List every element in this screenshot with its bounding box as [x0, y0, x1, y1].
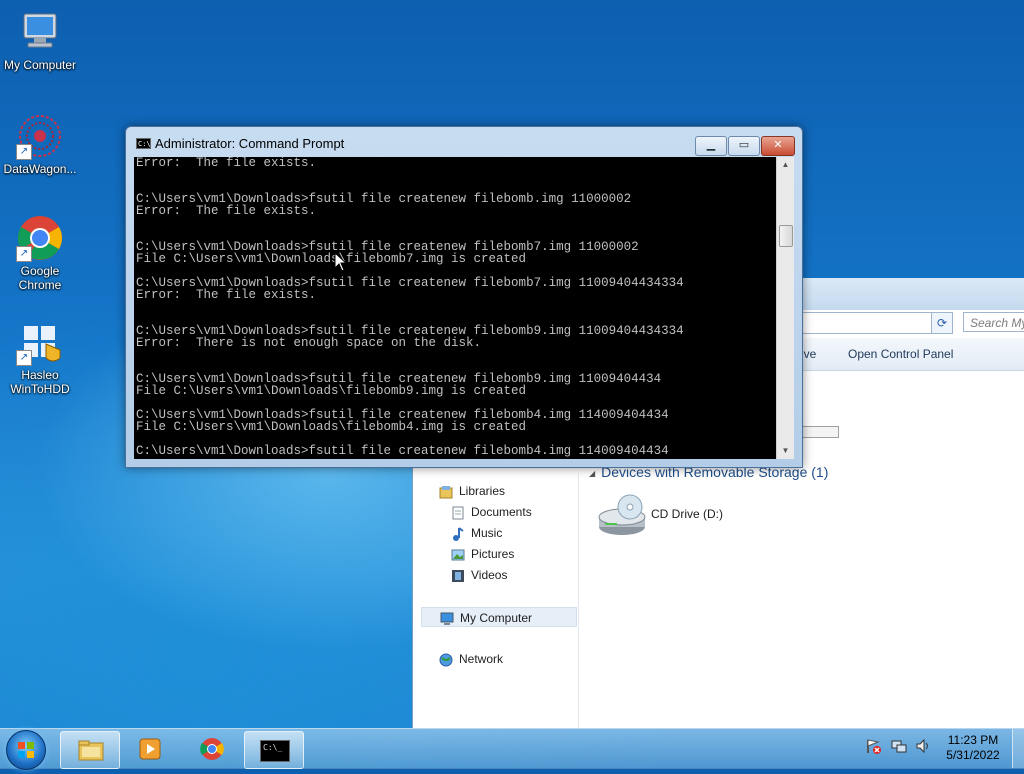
- nav-item-network[interactable]: Network: [439, 649, 503, 669]
- media-player-icon: [137, 737, 163, 761]
- vertical-scrollbar[interactable]: ▲ ▼: [776, 157, 794, 459]
- console-line: File C:\Users\vm1\Downloads\filebomb7.im…: [136, 252, 527, 266]
- datawagon-icon: ↗: [16, 112, 64, 160]
- documents-icon: [451, 506, 465, 520]
- navigation-pane: Libraries Documents Music Pictures Video…: [413, 473, 579, 728]
- drive-capacity-bar: [798, 426, 839, 438]
- taskbar-explorer-button[interactable]: [60, 731, 120, 769]
- open-control-panel-button[interactable]: Open Control Panel: [848, 347, 953, 361]
- mouse-cursor-icon: [334, 252, 346, 272]
- console-line: C:\Users\vm1\Downloads>fsutil file creat…: [136, 444, 669, 458]
- libraries-icon: [439, 485, 453, 499]
- command-prompt-icon: C:\_: [260, 740, 290, 762]
- console-output[interactable]: Error: The file exists. C:\Users\vm1\Down…: [134, 157, 776, 459]
- nav-item-music[interactable]: Music: [451, 523, 502, 543]
- window-title: Administrator: Command Prompt: [155, 136, 345, 151]
- maximize-button[interactable]: ▭: [728, 136, 760, 156]
- cd-drive-item[interactable]: CD Drive (D:): [597, 493, 797, 541]
- volume-icon[interactable]: [915, 738, 931, 754]
- music-icon: [451, 527, 465, 541]
- wintohdd-icon: ↗: [16, 318, 64, 366]
- cd-drive-label: CD Drive (D:): [651, 507, 723, 521]
- desktop-icon-label: DataWagon...: [3, 162, 77, 176]
- shortcut-arrow-icon: ↗: [16, 350, 32, 366]
- console-line: Error: The file exists.: [136, 204, 317, 218]
- toolbar-drive-item[interactable]: ive: [801, 347, 816, 361]
- desktop-icon-datawagon[interactable]: ↗ DataWagon...: [0, 112, 80, 176]
- action-center-flag-icon[interactable]: [865, 738, 881, 754]
- desktop-icon-my-computer[interactable]: My Computer: [0, 8, 80, 72]
- chrome-icon: ↗: [16, 214, 64, 262]
- refresh-icon[interactable]: ⟳: [931, 312, 953, 334]
- folder-icon: [78, 738, 104, 762]
- clock-time: 11:23 PM: [947, 733, 999, 747]
- taskbar-cmd-button[interactable]: C:\_: [244, 731, 304, 769]
- console-line: File C:\Users\vm1\Downloads\filebomb9.im…: [136, 384, 527, 398]
- videos-icon: [451, 569, 465, 583]
- address-bar[interactable]: ▼: [801, 312, 943, 334]
- clock-date: 5/31/2022: [946, 748, 1000, 762]
- console-line: File C:\Users\vm1\Downloads\filebomb4.im…: [136, 420, 527, 434]
- windows-logo-icon: [18, 742, 34, 758]
- nav-item-videos[interactable]: Videos: [451, 565, 507, 585]
- my-computer-icon: [16, 8, 64, 56]
- nav-item-libraries[interactable]: Libraries: [439, 481, 505, 501]
- nav-item-my-computer[interactable]: My Computer: [421, 607, 577, 627]
- nav-item-documents[interactable]: Documents: [451, 502, 532, 522]
- scroll-thumb[interactable]: [779, 225, 793, 247]
- my-computer-icon: [440, 612, 454, 626]
- desktop-icon-label: Hasleo WinToHDD: [10, 368, 70, 396]
- shortcut-arrow-icon: ↗: [16, 246, 32, 262]
- minimize-button[interactable]: ▁: [695, 136, 727, 156]
- console-line: Error: The file exists.: [136, 157, 317, 170]
- taskbar-media-player-button[interactable]: [120, 731, 178, 767]
- cd-drive-icon: [598, 494, 646, 535]
- desktop-icon-google-chrome[interactable]: ↗ Google Chrome: [0, 214, 80, 292]
- network-icon: [439, 653, 453, 667]
- desktop-icon-label: Google Chrome: [18, 264, 62, 292]
- clock[interactable]: 11:23 PM 5/31/2022: [940, 733, 1006, 763]
- chrome-icon: [199, 737, 225, 761]
- search-input[interactable]: Search My: [963, 312, 1024, 332]
- close-button[interactable]: ✕: [761, 136, 795, 156]
- start-button[interactable]: [6, 730, 46, 770]
- command-prompt-window[interactable]: C:\ Administrator: Command Prompt ▁ ▭ ✕ …: [125, 126, 803, 468]
- network-tray-icon[interactable]: [891, 738, 907, 754]
- taskbar-chrome-button[interactable]: [182, 731, 240, 767]
- nav-item-pictures[interactable]: Pictures: [451, 544, 514, 564]
- scroll-up-icon[interactable]: ▲: [777, 157, 794, 173]
- show-desktop-button[interactable]: [1012, 729, 1024, 768]
- command-prompt-icon: C:\: [136, 138, 151, 149]
- shortcut-arrow-icon: ↗: [16, 144, 32, 160]
- console-line: Error: There is not enough space on the …: [136, 336, 482, 350]
- pictures-icon: [451, 548, 465, 562]
- desktop-icon-hasleo-wintohdd[interactable]: ↗ Hasleo WinToHDD: [0, 318, 80, 396]
- console-line: Error: The file exists.: [136, 288, 317, 302]
- scroll-down-icon[interactable]: ▼: [777, 443, 794, 459]
- desktop-icon-label: My Computer: [3, 58, 77, 72]
